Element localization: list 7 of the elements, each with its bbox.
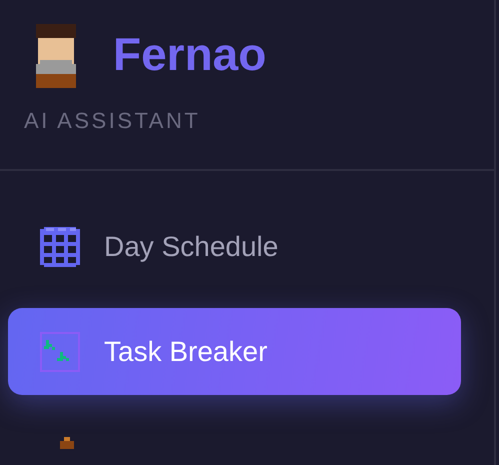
nav-item[interactable]: Day Schedule <box>8 203 461 290</box>
brand-subtitle: AI ASSISTANT <box>24 108 202 134</box>
brand-name: Fernao <box>113 27 266 81</box>
steps-icon <box>40 332 80 372</box>
calendar-icon <box>40 226 80 266</box>
nav-item[interactable]: Task Breaker <box>8 308 461 395</box>
avatar-icon <box>36 24 76 88</box>
